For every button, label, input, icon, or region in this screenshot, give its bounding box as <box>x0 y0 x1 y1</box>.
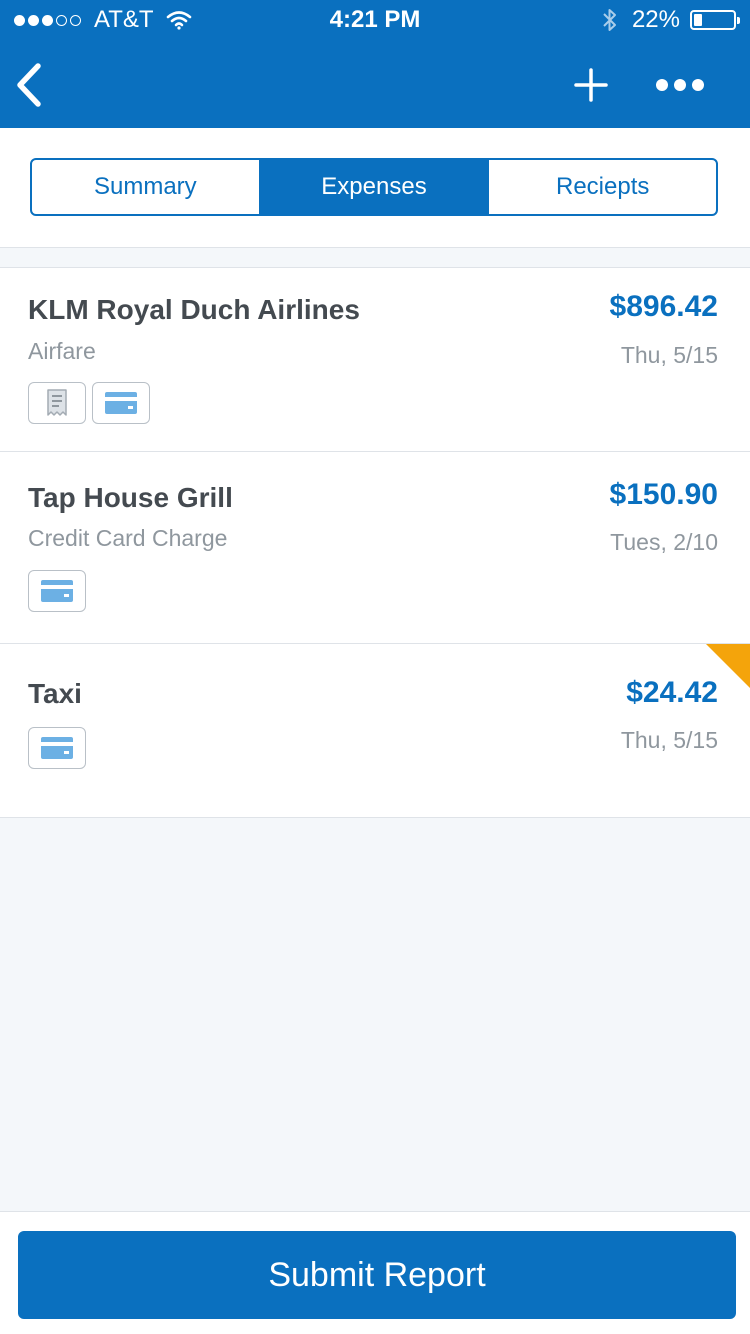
expense-date: Thu, 5/15 <box>620 727 718 753</box>
credit-card-icon <box>28 570 86 612</box>
expense-attachments <box>28 382 150 424</box>
expense-amount: $24.42 <box>626 676 718 709</box>
tab-receipts[interactable]: Reciepts <box>489 160 716 214</box>
tab-summary[interactable]: Summary <box>32 160 261 214</box>
bluetooth-icon <box>603 9 616 31</box>
expense-item-klm[interactable]: KLM Royal Duch Airlines Airfare $896.42 … <box>0 268 750 452</box>
expense-item-tap-house[interactable]: Tap House Grill Credit Card Charge $150.… <box>0 452 750 644</box>
tab-bar-area: Summary Expenses Reciepts <box>0 128 750 248</box>
receipt-icon <box>28 382 86 424</box>
expense-category: Credit Card Charge <box>28 525 228 551</box>
expense-amount: $150.90 <box>609 478 718 511</box>
more-options-button[interactable] <box>650 68 710 102</box>
battery-percent: 22% <box>631 6 680 33</box>
expense-merchant: Taxi <box>28 678 82 709</box>
add-expense-button[interactable] <box>568 62 614 108</box>
battery-level <box>694 14 702 26</box>
status-bar: AT&T 4:21 PM 22% <box>0 0 750 40</box>
expense-date: Thu, 5/15 <box>620 342 718 368</box>
expense-list: KLM Royal Duch Airlines Airfare $896.42 … <box>0 267 750 818</box>
bottom-bar: Submit Report <box>0 1211 750 1334</box>
status-right: 22% <box>602 6 740 34</box>
expense-attachments <box>28 727 86 769</box>
expense-date: Tues, 2/10 <box>610 529 718 555</box>
submit-report-button[interactable]: Submit Report <box>18 1231 736 1319</box>
expense-attachments <box>28 570 86 612</box>
battery-icon <box>690 10 740 30</box>
expense-item-taxi[interactable]: Taxi $24.42 Thu, 5/15 <box>0 644 750 818</box>
expense-amount: $896.42 <box>609 290 718 323</box>
tab-expenses[interactable]: Expenses <box>260 160 490 214</box>
nav-header: AT&T 4:21 PM 22% <box>0 0 750 128</box>
expense-merchant: Tap House Grill <box>28 482 233 513</box>
segmented-control: Summary Expenses Reciepts <box>30 158 718 216</box>
expense-merchant: KLM Royal Duch Airlines <box>28 294 360 325</box>
credit-card-icon <box>28 727 86 769</box>
back-button[interactable] <box>10 58 60 112</box>
credit-card-icon <box>92 382 150 424</box>
expense-category: Airfare <box>28 338 96 364</box>
